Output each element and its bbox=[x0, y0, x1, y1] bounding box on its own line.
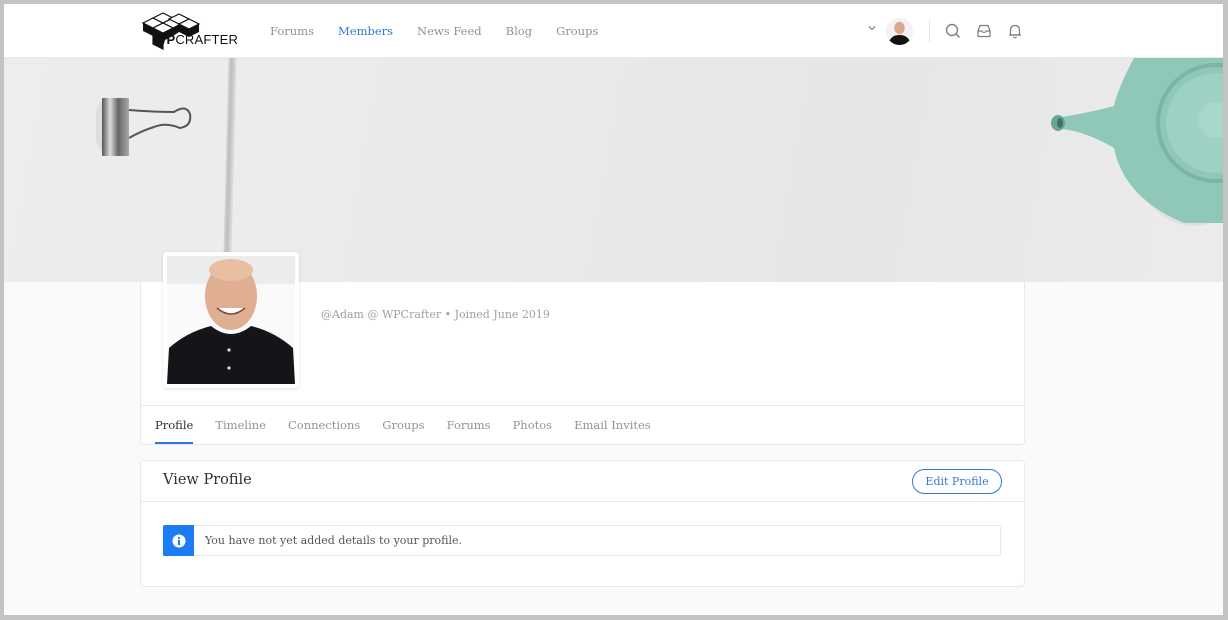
info-notice: You have not yet added details to your p… bbox=[163, 525, 1001, 556]
user-avatar-image bbox=[886, 17, 913, 45]
nav-blog[interactable]: Blog bbox=[506, 24, 532, 38]
info-notice-text: You have not yet added details to your p… bbox=[205, 534, 463, 547]
tab-photos[interactable]: Photos bbox=[513, 406, 553, 444]
tab-forums[interactable]: Forums bbox=[447, 406, 491, 444]
edit-profile-button[interactable]: Edit Profile bbox=[912, 469, 1002, 494]
view-profile-panel: View Profile Edit Profile You have not y… bbox=[140, 460, 1025, 587]
info-icon bbox=[172, 534, 185, 547]
header-tools bbox=[866, 4, 1037, 58]
profile-avatar-image bbox=[167, 256, 295, 384]
nav-forums[interactable]: Forums bbox=[270, 24, 314, 38]
info-badge bbox=[163, 525, 194, 556]
binder-clip-graphic bbox=[96, 98, 192, 156]
profile-header-card: @Adam @ WPCrafter • Joined June 2019 Pro… bbox=[140, 252, 1025, 445]
profile-tabs: Profile Timeline Connections Groups Foru… bbox=[141, 406, 1024, 444]
inbox-icon[interactable] bbox=[975, 22, 993, 40]
view-profile-title: View Profile bbox=[163, 472, 252, 488]
nav-members[interactable]: Members bbox=[338, 24, 393, 38]
profile-meta: @Adam @ WPCrafter • Joined June 2019 bbox=[321, 308, 550, 321]
profile-summary: @Adam @ WPCrafter • Joined June 2019 bbox=[141, 252, 1024, 406]
logo-text[interactable]: WPCRAFTER bbox=[154, 32, 238, 47]
cover-photo bbox=[4, 58, 1223, 282]
tab-timeline[interactable]: Timeline bbox=[215, 406, 266, 444]
profile-avatar[interactable] bbox=[163, 252, 299, 388]
main-nav: Forums Members News Feed Blog Groups bbox=[270, 4, 622, 58]
teapot-graphic bbox=[1051, 58, 1223, 226]
tab-groups[interactable]: Groups bbox=[382, 406, 424, 444]
search-icon[interactable] bbox=[944, 22, 962, 40]
header-divider bbox=[929, 20, 930, 42]
tab-profile[interactable]: Profile bbox=[155, 406, 194, 444]
bell-icon[interactable] bbox=[1006, 22, 1024, 40]
nav-groups[interactable]: Groups bbox=[556, 24, 598, 38]
cover-pole-graphic bbox=[223, 58, 237, 258]
site-header: WPCRAFTER Forums Members News Feed Blog … bbox=[4, 4, 1223, 58]
view-profile-header: View Profile Edit Profile bbox=[141, 461, 1024, 502]
browser-viewport: WPCRAFTER Forums Members News Feed Blog … bbox=[4, 4, 1223, 615]
tab-connections[interactable]: Connections bbox=[288, 406, 360, 444]
tab-email-invites[interactable]: Email Invites bbox=[574, 406, 651, 444]
chevron-down-icon[interactable] bbox=[866, 22, 878, 34]
nav-news-feed[interactable]: News Feed bbox=[417, 24, 482, 38]
user-avatar[interactable] bbox=[886, 17, 913, 45]
